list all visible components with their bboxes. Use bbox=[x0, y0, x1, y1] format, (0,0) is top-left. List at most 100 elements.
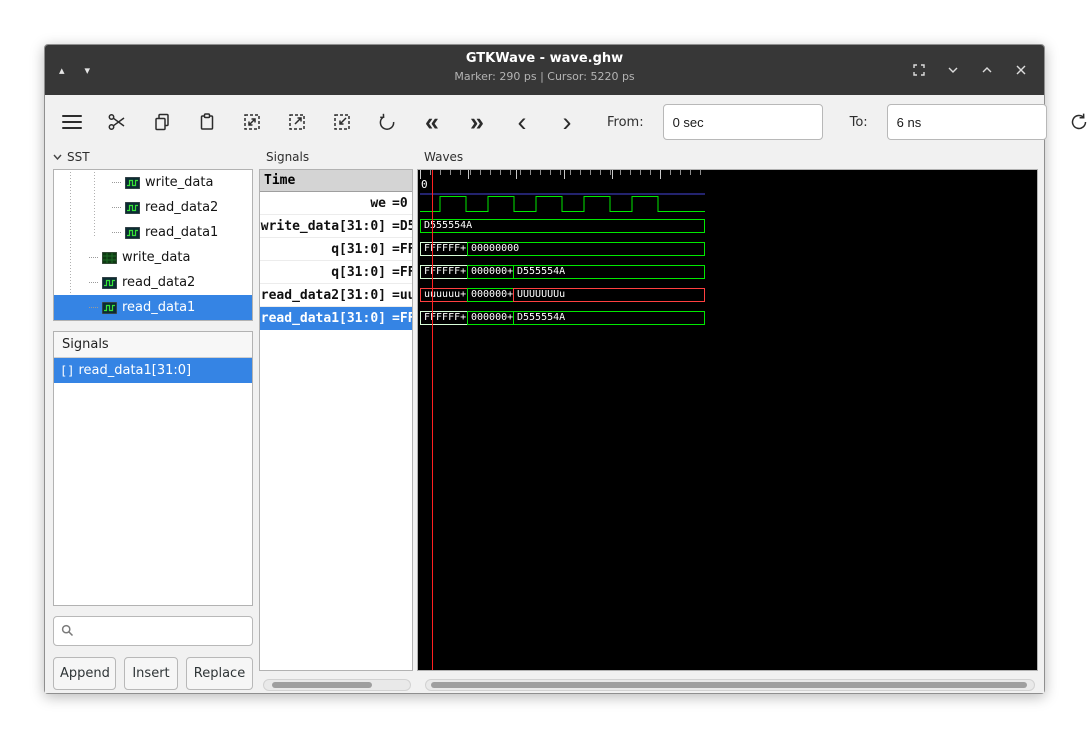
to-input[interactable] bbox=[886, 104, 1047, 140]
bus-value-segment: 000000+ bbox=[467, 311, 513, 325]
signal-value: =FF bbox=[392, 310, 412, 326]
toolbar: « » ‹ › From: To: bbox=[45, 95, 1086, 149]
bus-value-segment: FFFFFF+ bbox=[420, 311, 467, 325]
zoom-fit-button[interactable] bbox=[239, 107, 265, 137]
paste-button[interactable] bbox=[194, 107, 220, 137]
timeline-ruler[interactable]: 0 bbox=[418, 170, 1037, 192]
signal-names-panel[interactable]: Time we=0write_data[31:0]=D5q[31:0]=FFq[… bbox=[259, 169, 413, 671]
bus-value-segment: FFFFFF+ bbox=[420, 265, 467, 279]
titlebar[interactable]: ▴ ▾ GTKWave - wave.ghw Marker: 290 ps | … bbox=[45, 45, 1044, 95]
refresh-icon bbox=[1071, 113, 1086, 130]
shift-right-button[interactable]: › bbox=[554, 107, 580, 137]
signal-value: =FF bbox=[392, 264, 412, 280]
signal-name: we bbox=[370, 195, 386, 211]
cut-button[interactable] bbox=[104, 107, 130, 137]
scissors-icon bbox=[108, 114, 125, 130]
zoom-in-button[interactable] bbox=[284, 107, 310, 137]
chevron-left-icon: ‹ bbox=[517, 107, 527, 137]
to-label: To: bbox=[849, 114, 868, 130]
zoom-out-button[interactable] bbox=[329, 107, 355, 137]
sst-tree[interactable]: write_data read_data2 read_data1 write_data… bbox=[53, 169, 253, 321]
chevron-down-icon[interactable] bbox=[944, 61, 962, 79]
bus-value-segment: D555554A bbox=[513, 265, 705, 279]
bus-value-segment: 000000+ bbox=[467, 288, 513, 302]
undo-button[interactable] bbox=[374, 107, 400, 137]
chevron-up-icon[interactable] bbox=[978, 61, 996, 79]
copy-button[interactable] bbox=[149, 107, 175, 137]
signal-value: =FF bbox=[392, 241, 412, 257]
signal-row-read_data1[31:0][interactable]: read_data1[31:0] =FF bbox=[260, 307, 412, 330]
zoom-to-start-button[interactable]: « bbox=[419, 107, 445, 137]
signal-value: =0 bbox=[392, 195, 408, 211]
signal-value: =D5 bbox=[392, 218, 412, 234]
sst-item-read_data1[interactable]: read_data1 bbox=[54, 295, 252, 320]
search-input[interactable] bbox=[53, 616, 253, 646]
wave-row-write_data: D555554A bbox=[418, 215, 1037, 238]
undo-arrow-icon bbox=[379, 113, 395, 130]
clipboard-icon bbox=[200, 113, 214, 130]
expander-chevron-icon bbox=[53, 154, 62, 160]
waves-canvas[interactable]: 0 D555554A FFFFFF+ 00000000 FFFFFF+ 000000+ D… bbox=[417, 169, 1038, 671]
signal-row-we[interactable]: we =0 bbox=[260, 192, 412, 215]
signal-value: =uu bbox=[392, 287, 412, 303]
marker-line[interactable] bbox=[432, 170, 433, 670]
signal-wave-icon bbox=[125, 201, 140, 214]
time-row[interactable]: Time bbox=[260, 170, 412, 192]
zoom-to-end-button[interactable]: » bbox=[464, 107, 490, 137]
signals-list-item-label: read_data1[31:0] bbox=[78, 363, 192, 378]
insert-button[interactable]: Insert bbox=[124, 657, 178, 690]
wave-row-read_data2: uuuuuu+ 000000+ UUUUUUUu bbox=[418, 284, 1037, 307]
gtkwave-window: ▴ ▾ GTKWave - wave.ghw Marker: 290 ps | … bbox=[44, 44, 1086, 694]
chevron-right-icon: › bbox=[562, 107, 572, 137]
bus-value-segment: UUUUUUUu bbox=[513, 288, 705, 302]
signal-row-read_data2[31:0][interactable]: read_data2[31:0] =uu bbox=[260, 284, 412, 307]
scrollbar-thumb[interactable] bbox=[431, 682, 1027, 688]
from-label: From: bbox=[607, 114, 644, 130]
signal-wave-icon bbox=[125, 226, 140, 239]
append-button[interactable]: Append bbox=[53, 657, 116, 690]
from-input[interactable] bbox=[662, 104, 823, 140]
zoom-in-icon bbox=[289, 114, 305, 130]
sst-item-write_data[interactable]: write_data bbox=[54, 170, 252, 195]
signal-wave-icon bbox=[102, 301, 117, 314]
sst-item-label: read_data2 bbox=[122, 275, 196, 290]
signal-row-write_data[31:0][interactable]: write_data[31:0] =D5 bbox=[260, 215, 412, 238]
signal-name: read_data1[31:0] bbox=[260, 310, 386, 326]
wave-row-we bbox=[418, 192, 1037, 215]
wave-row-q-2: FFFFFF+ 000000+ D555554A bbox=[418, 261, 1037, 284]
sst-item-label: write_data bbox=[145, 175, 214, 190]
replace-button[interactable]: Replace bbox=[186, 657, 253, 690]
scrollbar-thumb[interactable] bbox=[272, 682, 372, 688]
signal-name: q[31:0] bbox=[331, 241, 386, 257]
signal-row-q[31:0][interactable]: q[31:0] =FF bbox=[260, 261, 412, 284]
waves-panel-label: Waves bbox=[421, 150, 467, 164]
signal-row-q[31:0][interactable]: q[31:0] =FF bbox=[260, 238, 412, 261]
signal-wave-icon bbox=[125, 176, 140, 189]
shift-left-button[interactable]: ‹ bbox=[509, 107, 535, 137]
reload-button[interactable] bbox=[1066, 107, 1090, 137]
menu-button[interactable] bbox=[59, 107, 85, 137]
search-field-wrap bbox=[53, 616, 253, 646]
signal-search-box[interactable]: Signals [] read_data1[31:0] bbox=[53, 331, 253, 606]
waves-horizontal-scrollbar[interactable] bbox=[425, 679, 1035, 691]
signals-panel-label: Signals bbox=[263, 150, 313, 164]
bus-value-segment: FFFFFF+ bbox=[420, 242, 467, 256]
window-subtitle: Marker: 290 ps | Cursor: 5220 ps bbox=[454, 70, 635, 83]
sst-item-label: read_data1 bbox=[122, 300, 196, 315]
window-title: GTKWave - wave.ghw bbox=[465, 51, 624, 66]
content-area: SST write_data read_data2 read_data1 write_… bbox=[45, 149, 1044, 693]
sst-item-read_data1[interactable]: read_data1 bbox=[54, 220, 252, 245]
sst-item-write_data[interactable]: write_data bbox=[54, 245, 252, 270]
fit-window-icon[interactable] bbox=[910, 61, 928, 79]
sst-item-read_data2[interactable]: read_data2 bbox=[54, 195, 252, 220]
sst-label: SST bbox=[67, 150, 90, 164]
bus-value-segment: D555554A bbox=[420, 219, 705, 233]
close-icon[interactable] bbox=[1012, 61, 1030, 79]
sst-tree-header[interactable]: SST bbox=[53, 150, 90, 164]
bus-value-segment: 000000+ bbox=[467, 265, 513, 279]
signals-horizontal-scrollbar[interactable] bbox=[263, 679, 411, 691]
signals-list-item-read_data1[31:0][interactable]: [] read_data1[31:0] bbox=[54, 358, 252, 383]
sst-item-read_data2[interactable]: read_data2 bbox=[54, 270, 252, 295]
vector-brackets-icon: [] bbox=[60, 363, 75, 378]
sst-item-label: write_data bbox=[122, 250, 191, 265]
